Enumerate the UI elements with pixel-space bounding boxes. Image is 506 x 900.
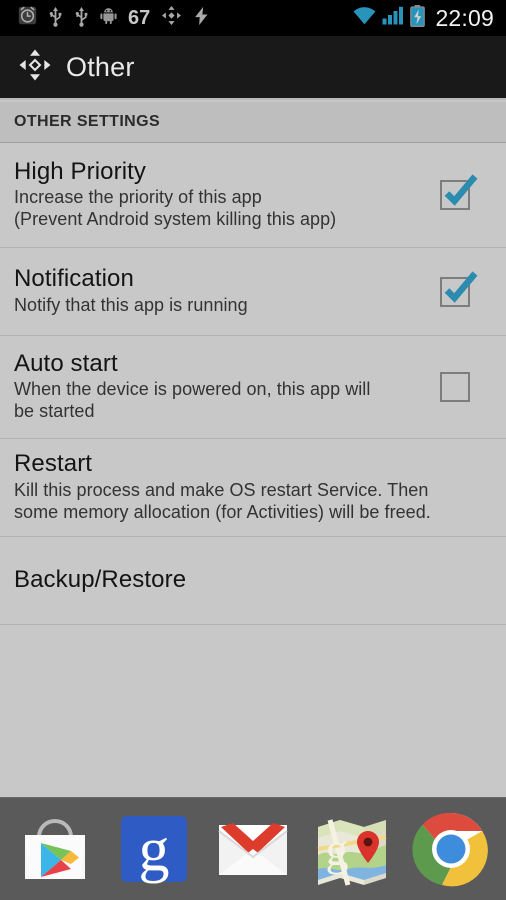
setting-subtitle-line: Kill this process and make OS restart Se… <box>14 479 429 500</box>
play-store-icon[interactable] <box>13 807 97 891</box>
setting-subtitle-line: When the device is powered on, this app … <box>14 379 371 400</box>
usb-icon <box>48 5 63 32</box>
setting-text-block: High Priority Increase the priority of t… <box>14 157 418 232</box>
checkmark-icon <box>442 270 478 310</box>
chrome-icon[interactable] <box>409 807 493 891</box>
checkbox-auto-start[interactable] <box>440 372 470 402</box>
google-maps-icon[interactable]: g <box>310 807 394 891</box>
setting-title: Backup/Restore <box>14 566 187 594</box>
status-bar-clock: 22:09 <box>435 4 494 31</box>
setting-subtitle: When the device is powered on, this app … <box>14 379 418 423</box>
section-header-other-settings: OTHER SETTINGS <box>0 102 506 143</box>
setting-subtitle-line: Notify that this app is running <box>14 294 248 315</box>
setting-subtitle-line: some memory allocation (for Activities) … <box>14 501 431 522</box>
section-header-label: OTHER SETTINGS <box>14 113 161 130</box>
setting-text-block: Backup/Restore <box>14 566 492 594</box>
checkbox-container[interactable] <box>418 174 492 210</box>
setting-row-restart[interactable]: Restart Kill this process and make OS re… <box>0 439 506 537</box>
setting-row-backup-restore[interactable]: Backup/Restore <box>0 537 506 625</box>
checkbox-container[interactable] <box>418 372 492 402</box>
phone-screen: 67 22:09 Other OTHER SETTINGS High Prior… <box>0 0 506 900</box>
setting-subtitle-line: Increase the priority of this app <box>14 187 262 208</box>
android-debug-icon <box>100 7 117 30</box>
setting-title: Auto start <box>14 349 118 377</box>
status-bar: 67 22:09 <box>0 0 506 36</box>
checkbox-notification[interactable] <box>440 270 478 307</box>
wifi-icon <box>353 6 376 30</box>
page-title: Other <box>66 51 135 82</box>
cell-signal-icon <box>382 6 404 30</box>
cpu-usage-indicator: 67 <box>128 7 151 29</box>
status-bar-left: 67 <box>0 5 353 32</box>
setting-text-block: Auto start When the device is powered on… <box>14 349 418 424</box>
app-dock: g g <box>0 797 506 900</box>
status-bar-right: 22:09 <box>353 4 506 32</box>
setting-row-auto-start[interactable]: Auto start When the device is powered on… <box>0 336 506 439</box>
setting-title: High Priority <box>14 157 146 185</box>
list-empty-area <box>0 625 506 797</box>
alarm-clock-icon <box>18 6 37 30</box>
svg-text:g: g <box>325 824 348 875</box>
battery-charging-icon <box>410 4 426 32</box>
settings-list: OTHER SETTINGS High Priority Increase th… <box>0 102 506 797</box>
gmail-icon[interactable] <box>211 807 295 891</box>
setting-title: Restart <box>14 450 93 478</box>
setting-row-high-priority[interactable]: High Priority Increase the priority of t… <box>0 143 506 248</box>
setting-title: Notification <box>14 265 134 293</box>
svg-text:g: g <box>139 816 170 884</box>
lightning-bolt-icon <box>193 6 210 31</box>
setting-subtitle: Notify that this app is running <box>14 295 418 317</box>
checkbox-box <box>440 372 470 402</box>
setting-row-notification[interactable]: Notification Notify that this app is run… <box>0 248 506 336</box>
setting-subtitle: Increase the priority of this app (Preve… <box>14 187 418 231</box>
setting-subtitle-line: (Prevent Android system killing this app… <box>14 209 337 230</box>
move-icon <box>161 5 182 31</box>
usb-icon <box>74 5 89 32</box>
setting-text-block: Notification Notify that this app is run… <box>14 265 418 317</box>
checkbox-container[interactable] <box>418 270 492 307</box>
setting-subtitle-line: be started <box>14 401 95 422</box>
move-arrows-icon[interactable] <box>18 48 52 87</box>
checkmark-icon <box>442 174 478 213</box>
setting-subtitle: Kill this process and make OS restart Se… <box>14 480 492 524</box>
action-bar: Other <box>0 36 506 100</box>
google-search-icon[interactable]: g <box>112 807 196 891</box>
setting-text-block: Restart Kill this process and make OS re… <box>14 450 492 524</box>
checkbox-high-priority[interactable] <box>440 174 478 210</box>
